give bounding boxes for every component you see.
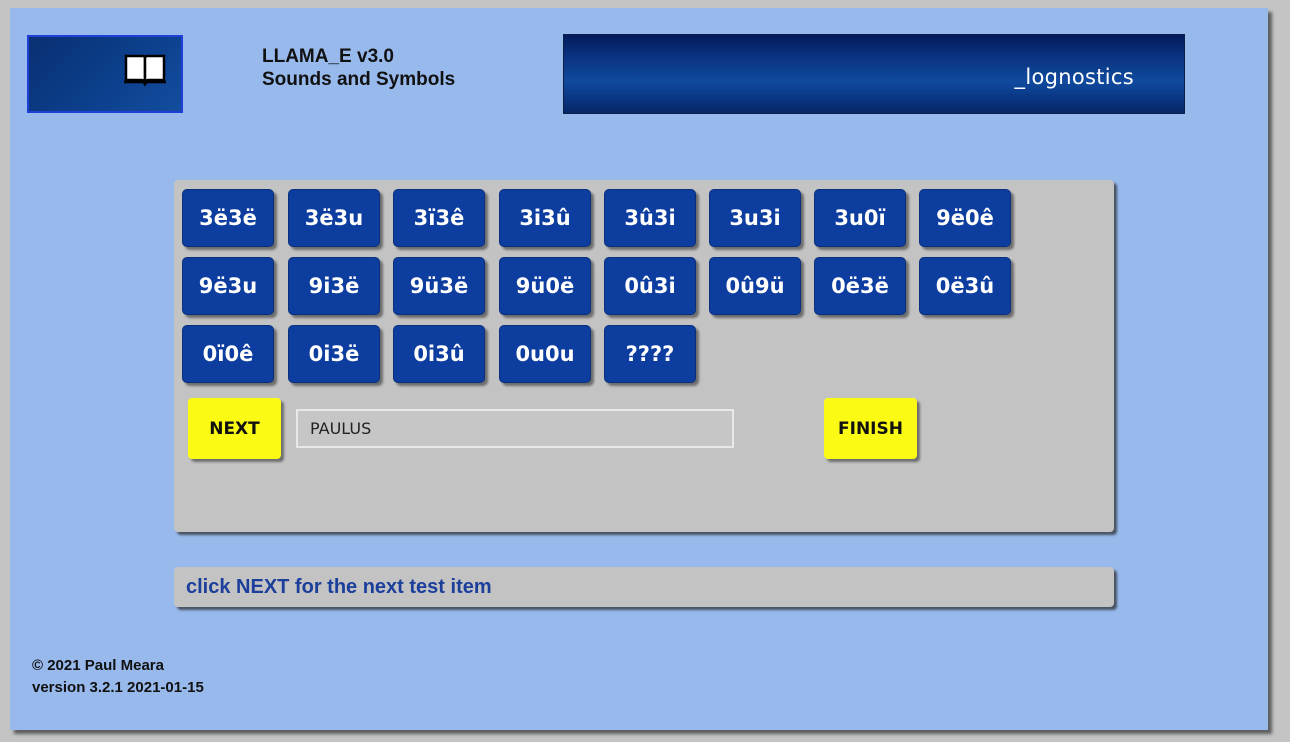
app-title-line2: Sounds and Symbols bbox=[262, 69, 456, 90]
copyright-text: © 2021 Paul Meara bbox=[32, 657, 164, 674]
open-book-icon bbox=[124, 54, 166, 87]
next-button[interactable]: NEXT bbox=[188, 398, 281, 459]
status-bar: click NEXT for the next test item bbox=[174, 567, 1114, 607]
symbol-button[interactable]: 9ë3u bbox=[182, 257, 274, 315]
symbol-button[interactable]: 3ï3ê bbox=[393, 189, 485, 247]
name-field[interactable]: PAULUS bbox=[296, 409, 734, 448]
symbol-button[interactable]: 9ü3ë bbox=[393, 257, 485, 315]
status-message: click NEXT for the next test item bbox=[186, 576, 492, 598]
symbol-button[interactable]: 9ë0ê bbox=[919, 189, 1011, 247]
app-window: LLAMA_E v3.0 Sounds and Symbols _lognost… bbox=[10, 8, 1268, 730]
app-title: LLAMA_E v3.0 Sounds and Symbols bbox=[262, 45, 455, 91]
logo-box bbox=[27, 35, 183, 113]
symbol-button[interactable]: 0i3ë bbox=[288, 325, 380, 383]
symbol-button[interactable]: 0û3i bbox=[604, 257, 696, 315]
symbol-button[interactable]: 0ï0ê bbox=[182, 325, 274, 383]
symbol-button[interactable]: 3i3û bbox=[499, 189, 591, 247]
symbol-button[interactable]: 0i3û bbox=[393, 325, 485, 383]
version-text: version 3.2.1 2021-01-15 bbox=[32, 679, 204, 696]
symbol-button[interactable]: 0u0u bbox=[499, 325, 591, 383]
footer: © 2021 Paul Meara version 3.2.1 2021-01-… bbox=[32, 655, 204, 699]
brand-banner: _lognostics bbox=[563, 34, 1185, 114]
app-title-line1: LLAMA_E v3.0 bbox=[262, 46, 394, 67]
symbol-button[interactable]: 3u3i bbox=[709, 189, 801, 247]
symbol-button[interactable]: 3ë3u bbox=[288, 189, 380, 247]
symbol-button[interactable]: 0û9ü bbox=[709, 257, 801, 315]
symbol-button[interactable]: 3ë3ë bbox=[182, 189, 274, 247]
symbol-button[interactable]: 0ë3û bbox=[919, 257, 1011, 315]
symbol-button[interactable]: 3u0ï bbox=[814, 189, 906, 247]
test-panel: 3ë3ë 3ë3u 3ï3ê 3i3û 3û3i 3u3i 3u0ï 9ë0ê … bbox=[174, 180, 1114, 532]
brand-name: _lognostics bbox=[1014, 65, 1134, 89]
symbol-button[interactable]: ???? bbox=[604, 325, 696, 383]
symbol-button[interactable]: 0ë3ë bbox=[814, 257, 906, 315]
symbol-button[interactable]: 3û3i bbox=[604, 189, 696, 247]
symbol-button[interactable]: 9ü0ë bbox=[499, 257, 591, 315]
symbol-button[interactable]: 9i3ë bbox=[288, 257, 380, 315]
finish-button[interactable]: FINISH bbox=[824, 398, 917, 459]
